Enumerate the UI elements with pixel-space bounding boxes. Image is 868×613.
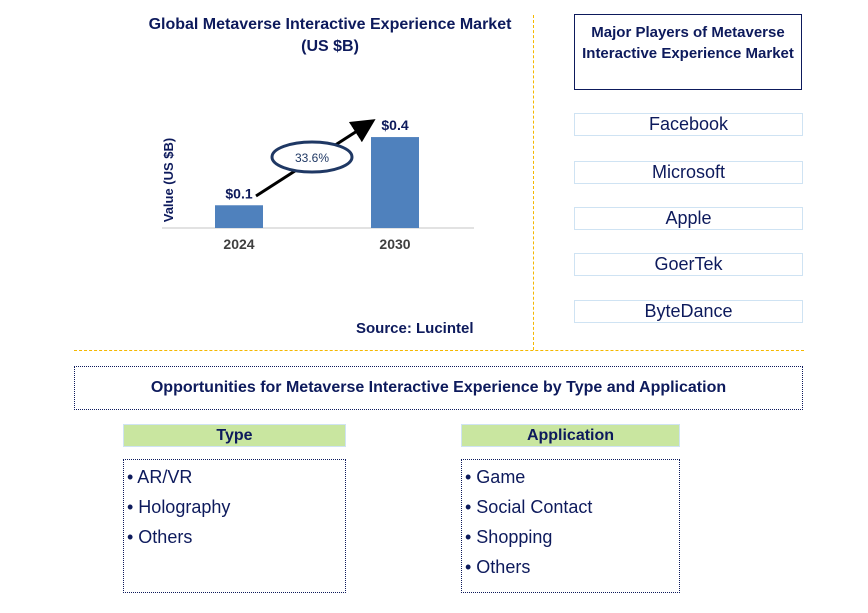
application-item: • Game: [465, 467, 526, 487]
application-item: • Others: [465, 557, 531, 577]
type-item: • Holography: [127, 497, 231, 517]
growth-arrow: 33.6%: [255, 119, 376, 198]
x-tick-label-2024: 2024: [223, 236, 254, 252]
infographic: Global Metaverse Interactive Experience …: [0, 0, 868, 613]
cagr-label: 33.6%: [295, 151, 329, 165]
type-item: • AR/VR: [127, 467, 193, 487]
type-header: Type: [123, 424, 346, 447]
type-item: • Others: [127, 527, 193, 547]
chart-title: Global Metaverse Interactive Experience …: [120, 14, 540, 58]
opportunities-title: Opportunities for Metaverse Interactive …: [74, 366, 803, 410]
application-item: • Shopping: [465, 527, 553, 547]
vertical-divider: [533, 15, 534, 350]
player-item: Facebook: [574, 113, 803, 136]
player-item: GoerTek: [574, 253, 803, 276]
application-header: Application: [461, 424, 680, 447]
data-label-2024: $0.1: [225, 185, 252, 201]
player-item: Apple: [574, 207, 803, 230]
source-label: Source: Lucintel: [356, 320, 474, 337]
data-label-2030: $0.4: [381, 117, 408, 133]
y-axis-label: Value (US $B): [161, 138, 176, 223]
bar-2024: [215, 205, 263, 228]
application-item: • Social Contact: [465, 497, 593, 517]
player-item: Microsoft: [574, 161, 803, 184]
bar-chart: Value (US $B) $0.1 2024 $0.4 2030 33.6%: [161, 117, 474, 252]
players-title: Major Players of Metaverse Interactive E…: [574, 14, 802, 90]
player-item: ByteDance: [574, 300, 803, 323]
type-list: • AR/VR • Holography • Others: [123, 459, 346, 593]
chart-title-line1: Global Metaverse Interactive Experience …: [148, 16, 512, 33]
application-list: • Game • Social Contact • Shopping • Oth…: [461, 459, 680, 593]
x-tick-label-2030: 2030: [379, 236, 410, 252]
chart-title-line2: (US $B): [301, 38, 359, 55]
horizontal-divider: [74, 350, 804, 351]
bar-2030: [371, 137, 419, 228]
